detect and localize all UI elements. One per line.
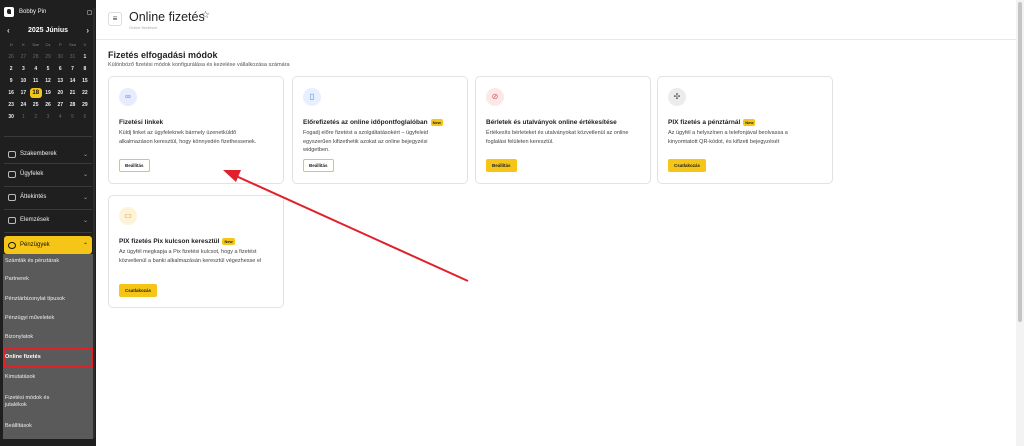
annotation-arrow xyxy=(223,170,469,282)
arrow-line xyxy=(235,175,469,282)
arrow-head xyxy=(223,170,241,182)
